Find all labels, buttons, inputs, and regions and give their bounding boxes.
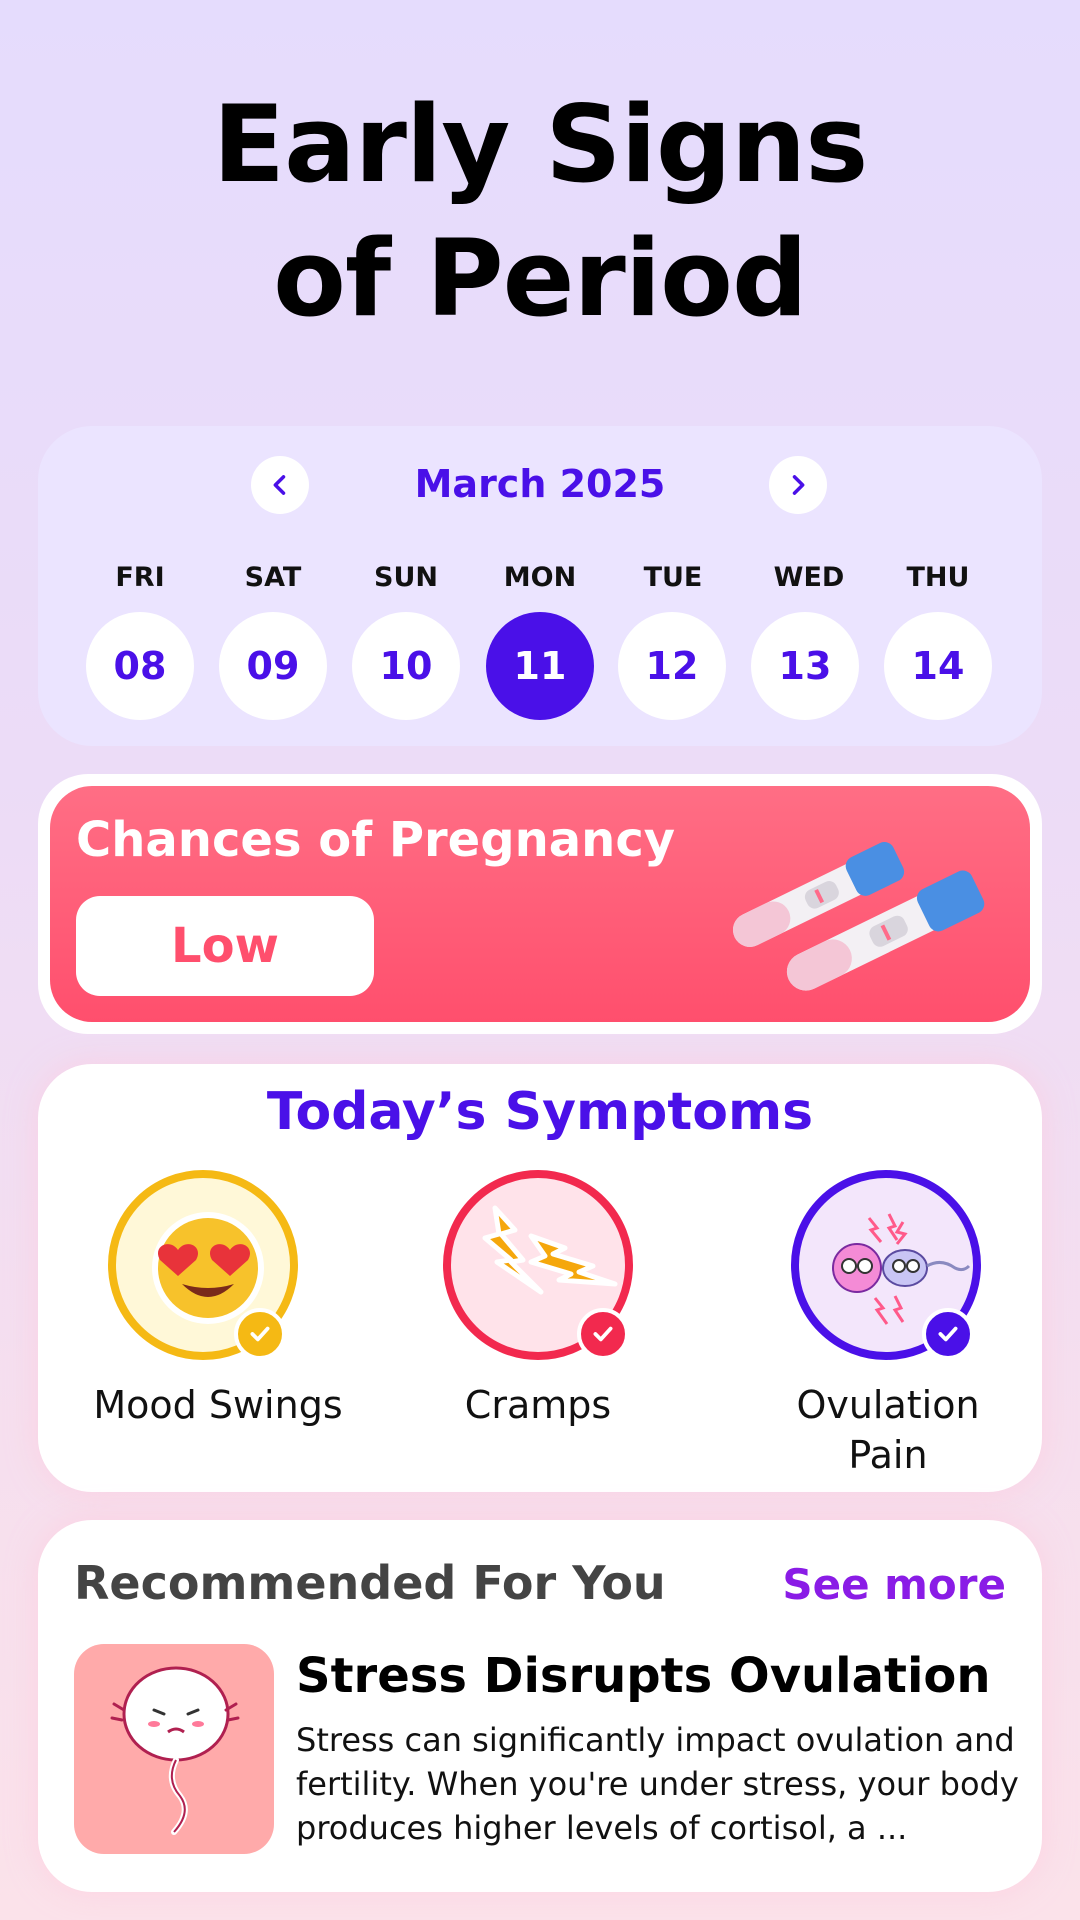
check-icon bbox=[577, 1308, 629, 1360]
symptom-label: Ovulation Pain bbox=[728, 1380, 1048, 1480]
article-thumbnail[interactable] bbox=[74, 1644, 274, 1854]
pregnancy-title: Chances of Pregnancy bbox=[76, 812, 676, 868]
symptom-label: Mood Swings bbox=[93, 1383, 343, 1427]
symptom-label-line: Pain bbox=[848, 1433, 928, 1477]
calendar-day-selected[interactable]: 11 bbox=[486, 612, 594, 720]
article-excerpt-line: Stress can significantly impact ovulatio… bbox=[296, 1721, 1015, 1759]
weekday-label: TUE bbox=[643, 562, 703, 593]
stressed-egg-illustration bbox=[110, 1666, 240, 1835]
chevron-right-icon bbox=[792, 475, 805, 495]
article-excerpt-line: fertility. When you're under stress, you… bbox=[296, 1765, 1019, 1803]
page-title: Early Signs of Period bbox=[0, 78, 1080, 346]
pregnancy-level-badge: Low bbox=[76, 896, 374, 996]
calendar-day[interactable]: 13 bbox=[751, 612, 859, 720]
symptom-label: Cramps bbox=[464, 1383, 612, 1427]
next-month-button[interactable] bbox=[769, 456, 827, 514]
weekday-label: WED bbox=[773, 562, 845, 593]
page-title-line2: of Period bbox=[273, 217, 808, 340]
weekday-label: MON bbox=[503, 562, 577, 593]
weekday-label: FRI bbox=[115, 562, 165, 593]
page-title-line1: Early Signs bbox=[212, 83, 869, 206]
calendar-day[interactable]: 14 bbox=[884, 612, 992, 720]
symptoms-title: Today’s Symptoms bbox=[266, 1082, 814, 1142]
see-more-link[interactable]: See more bbox=[782, 1560, 1006, 1609]
article-title[interactable]: Stress Disrupts Ovulation bbox=[296, 1648, 1016, 1704]
calendar-day[interactable]: 08 bbox=[86, 612, 194, 720]
recommended-title: Recommended For You bbox=[74, 1556, 666, 1610]
pregnancy-test-icon bbox=[732, 842, 985, 991]
calendar-day[interactable]: 09 bbox=[219, 612, 327, 720]
weekday-label: SAT bbox=[244, 562, 302, 593]
calendar-day[interactable]: 10 bbox=[352, 612, 460, 720]
article-excerpt-line: produces higher levels of cortisol, a ..… bbox=[296, 1809, 908, 1847]
calendar-day[interactable]: 12 bbox=[618, 612, 726, 720]
check-icon bbox=[234, 1308, 286, 1360]
weekday-label: SUN bbox=[374, 562, 438, 593]
month-label: March 2025 bbox=[414, 462, 666, 506]
symptom-label-line: Ovulation bbox=[796, 1383, 980, 1427]
check-icon bbox=[922, 1308, 974, 1360]
article-excerpt: Stress can significantly impact ovulatio… bbox=[296, 1718, 1026, 1850]
weekday-label: THU bbox=[906, 562, 970, 593]
